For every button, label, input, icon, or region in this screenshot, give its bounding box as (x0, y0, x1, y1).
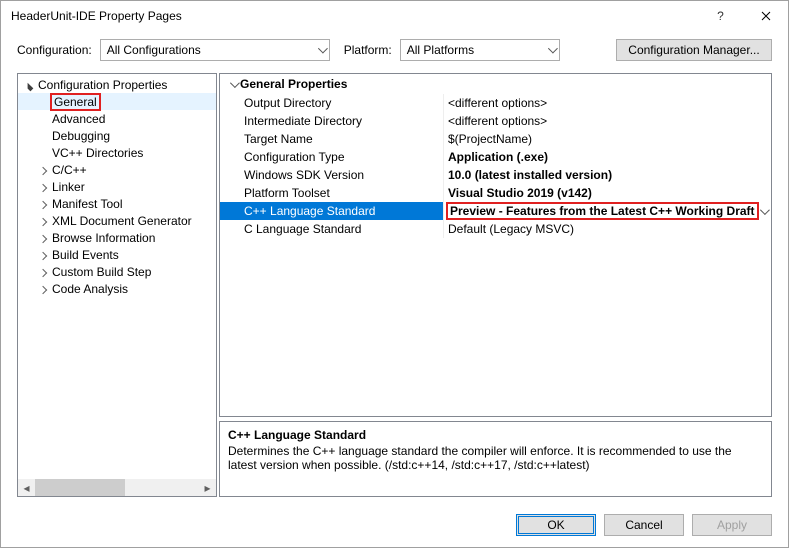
property-value[interactable]: $(ProjectName) (444, 130, 771, 148)
scroll-thumb[interactable] (35, 479, 125, 496)
expand-icon (36, 265, 50, 279)
help-button[interactable]: ? (698, 1, 743, 31)
tree-item-label: Manifest Tool (50, 197, 124, 211)
expand-icon (36, 231, 50, 245)
tree-item-label: Linker (50, 180, 87, 194)
tree-hscrollbar[interactable]: ◂ ▸ (18, 479, 216, 496)
property-name: Configuration Type (220, 148, 444, 166)
apply-button[interactable]: Apply (692, 514, 772, 536)
tree-item-label: C/C++ (50, 163, 89, 177)
property-row[interactable]: C++ Language StandardPreview - Features … (220, 202, 771, 220)
expand-icon (36, 180, 50, 194)
property-value-text: <different options> (448, 114, 547, 128)
property-group-header[interactable]: General Properties (220, 74, 771, 94)
property-name: Output Directory (220, 94, 444, 112)
property-row[interactable]: Windows SDK Version 10.0 (latest installe… (220, 166, 771, 184)
expand-icon (36, 248, 50, 262)
scroll-right-icon[interactable]: ▸ (199, 479, 216, 496)
ok-button[interactable]: OK (516, 514, 596, 536)
property-value[interactable]: Visual Studio 2019 (v142) (444, 184, 771, 202)
tree-root[interactable]: Configuration Properties (18, 76, 216, 93)
property-name: Target Name (220, 130, 444, 148)
property-value[interactable]: Preview - Features from the Latest C++ W… (444, 202, 771, 220)
tree-item[interactable]: Debugging (18, 127, 216, 144)
property-row[interactable]: Target Name $(ProjectName) (220, 130, 771, 148)
scroll-left-icon[interactable]: ◂ (18, 479, 35, 496)
platform-label: Platform: (344, 43, 392, 57)
tree-item[interactable]: Manifest Tool (18, 195, 216, 212)
description-pane: C++ Language Standard Determines the C++… (219, 421, 772, 497)
tree-item[interactable]: Code Analysis (18, 280, 216, 297)
collapse-icon (226, 81, 240, 88)
platform-value: All Platforms (407, 43, 474, 57)
titlebar: HeaderUnit-IDE Property Pages ? (1, 1, 788, 31)
property-value[interactable]: <different options> (444, 94, 771, 112)
property-row[interactable]: Intermediate Directory <different options… (220, 112, 771, 130)
tree-item[interactable]: Linker (18, 178, 216, 195)
tree-item-label: Advanced (50, 112, 107, 126)
tree-item[interactable]: Build Events (18, 246, 216, 263)
property-pages-dialog: HeaderUnit-IDE Property Pages ? Configur… (0, 0, 789, 548)
tree-item-label: Debugging (50, 129, 112, 143)
chevron-down-icon (318, 47, 325, 54)
close-button[interactable] (743, 1, 788, 31)
dialog-footer: OK Cancel Apply (1, 503, 788, 547)
property-value-text: Default (Legacy MSVC) (448, 222, 574, 236)
tree-item[interactable]: Advanced (18, 110, 216, 127)
property-row[interactable]: Configuration Type Application (.exe) (220, 148, 771, 166)
property-grid: General Properties Output Directory <diff… (219, 73, 772, 417)
group-title: General Properties (240, 77, 347, 91)
expand-icon (36, 163, 50, 177)
tree-item[interactable]: Custom Build Step (18, 263, 216, 280)
tree-root-label: Configuration Properties (36, 78, 169, 92)
tree-item-label: General (50, 93, 101, 111)
expand-icon (36, 214, 50, 228)
tree-item[interactable]: Browse Information (18, 229, 216, 246)
collapse-icon (22, 78, 36, 92)
property-value-text: 10.0 (latest installed version) (448, 168, 612, 182)
window-title: HeaderUnit-IDE Property Pages (11, 9, 698, 23)
property-value[interactable]: Application (.exe) (444, 148, 771, 166)
configuration-label: Configuration: (17, 43, 92, 57)
tree-item-label: Build Events (50, 248, 121, 262)
tree-item[interactable]: XML Document Generator (18, 212, 216, 229)
tree-item-label: XML Document Generator (50, 214, 194, 228)
description-text: Determines the C++ language standard the… (228, 444, 763, 472)
configuration-select[interactable]: All Configurations (100, 39, 330, 61)
configuration-manager-button[interactable]: Configuration Manager... (616, 39, 772, 61)
property-row[interactable]: Output Directory <different options> (220, 94, 771, 112)
property-name: C Language Standard (220, 220, 444, 238)
tree-item[interactable]: General (18, 93, 216, 110)
property-value[interactable]: <different options> (444, 112, 771, 130)
property-row[interactable]: Platform Toolset Visual Studio 2019 (v142… (220, 184, 771, 202)
chevron-down-icon[interactable] (760, 208, 767, 215)
cancel-button[interactable]: Cancel (604, 514, 684, 536)
property-value[interactable]: Default (Legacy MSVC) (444, 220, 771, 238)
configuration-value: All Configurations (107, 43, 201, 57)
tree-item-label: Custom Build Step (50, 265, 153, 279)
expand-icon (36, 197, 50, 211)
property-value[interactable]: 10.0 (latest installed version) (444, 166, 771, 184)
property-name: Windows SDK Version (220, 166, 444, 184)
chevron-down-icon (548, 47, 555, 54)
tree-item-label: Browse Information (50, 231, 157, 245)
tree-item-label: VC++ Directories (50, 146, 145, 160)
description-title: C++ Language Standard (228, 428, 763, 442)
property-name: Platform Toolset (220, 184, 444, 202)
property-value-text: $(ProjectName) (448, 132, 532, 146)
tree-item[interactable]: VC++ Directories (18, 144, 216, 161)
property-value-text: Preview - Features from the Latest C++ W… (446, 202, 759, 220)
property-row[interactable]: C Language Standard Default (Legacy MSVC) (220, 220, 771, 238)
tree-item-label: Code Analysis (50, 282, 130, 296)
property-name: C++ Language Standard (220, 202, 444, 220)
property-value-text: <different options> (448, 96, 547, 110)
property-value-text: Application (.exe) (448, 150, 548, 164)
property-name: Intermediate Directory (220, 112, 444, 130)
expand-icon (36, 282, 50, 296)
config-toolbar: Configuration: All Configurations Platfo… (1, 31, 788, 67)
tree-item[interactable]: C/C++ (18, 161, 216, 178)
property-value-text: Visual Studio 2019 (v142) (448, 186, 592, 200)
platform-select[interactable]: All Platforms (400, 39, 560, 61)
nav-tree: Configuration Properties GeneralAdvanced… (17, 73, 217, 497)
